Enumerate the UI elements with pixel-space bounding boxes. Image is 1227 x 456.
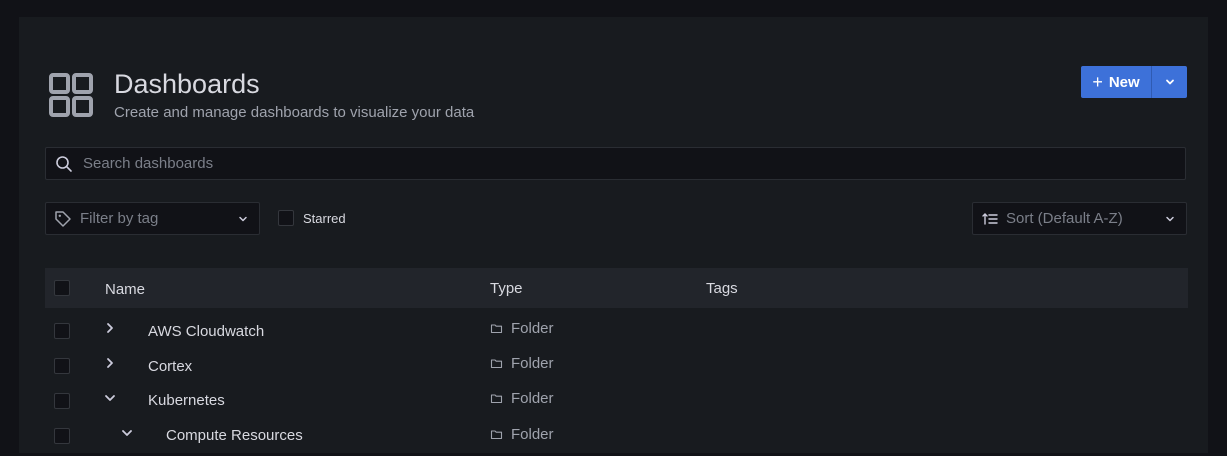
chevron-right-icon[interactable]	[103, 321, 117, 335]
starred-filter[interactable]: Starred	[278, 210, 346, 226]
chevron-down-icon	[1164, 213, 1176, 225]
tag-filter-select[interactable]: Filter by tag	[45, 202, 260, 235]
folder-icon	[490, 428, 503, 441]
chevron-down-icon	[1165, 79, 1174, 85]
sort-select[interactable]: Sort (Default A-Z)	[972, 202, 1187, 235]
row-type: Folder	[490, 320, 554, 337]
new-dropdown-button[interactable]	[1152, 66, 1187, 98]
row-type: Folder	[490, 390, 554, 407]
search-box	[45, 147, 1186, 180]
starred-checkbox[interactable]	[278, 210, 294, 226]
plus-icon: +	[1092, 72, 1103, 92]
table-row[interactable]: Cortex Folder	[45, 351, 1188, 386]
row-checkbox[interactable]	[54, 428, 70, 444]
search-input[interactable]	[81, 154, 1085, 173]
row-type-label: Folder	[511, 390, 554, 407]
sort-ascending-icon	[982, 211, 998, 227]
chevron-right-icon[interactable]	[103, 356, 117, 370]
row-checkbox[interactable]	[54, 358, 70, 374]
row-type-label: Folder	[511, 355, 554, 372]
row-type-label: Folder	[511, 426, 554, 443]
row-checkbox[interactable]	[54, 393, 70, 409]
search-icon	[55, 155, 73, 173]
tag-icon	[54, 210, 72, 228]
row-name[interactable]: Compute Resources	[166, 427, 303, 444]
folder-icon	[490, 357, 503, 370]
folder-icon	[490, 322, 503, 335]
row-type-label: Folder	[511, 320, 554, 337]
page-subtitle: Create and manage dashboards to visualiz…	[114, 104, 475, 121]
table-row[interactable]: AWS Cloudwatch Folder	[45, 316, 1188, 351]
row-type: Folder	[490, 355, 554, 372]
table-row[interactable]: Compute Resources Folder	[45, 421, 1188, 456]
row-type: Folder	[490, 426, 554, 443]
sort-placeholder: Sort (Default A-Z)	[1006, 210, 1123, 227]
dashboards-grid-icon	[49, 73, 93, 117]
column-header-type: Type	[490, 280, 523, 297]
column-header-tags: Tags	[706, 280, 738, 297]
row-checkbox[interactable]	[54, 323, 70, 339]
page-title: Dashboards	[114, 69, 260, 99]
column-header-name: Name	[105, 281, 146, 298]
chevron-down-icon[interactable]	[103, 391, 117, 405]
new-button-group: + New	[1081, 66, 1187, 98]
table-header: Name Type Tags	[45, 268, 1188, 308]
chevron-down-icon	[237, 213, 249, 225]
new-button[interactable]: + New	[1081, 66, 1152, 98]
row-name[interactable]: AWS Cloudwatch	[148, 323, 264, 340]
row-name[interactable]: Kubernetes	[148, 392, 225, 409]
tag-filter-placeholder: Filter by tag	[80, 210, 159, 227]
new-button-label: New	[1108, 73, 1140, 91]
chevron-down-icon[interactable]	[120, 426, 134, 440]
starred-label: Starred	[303, 210, 346, 226]
folder-icon	[490, 392, 503, 405]
table-row[interactable]: Kubernetes Folder	[45, 386, 1188, 421]
select-all-checkbox[interactable]	[54, 280, 70, 296]
row-name[interactable]: Cortex	[148, 358, 192, 375]
